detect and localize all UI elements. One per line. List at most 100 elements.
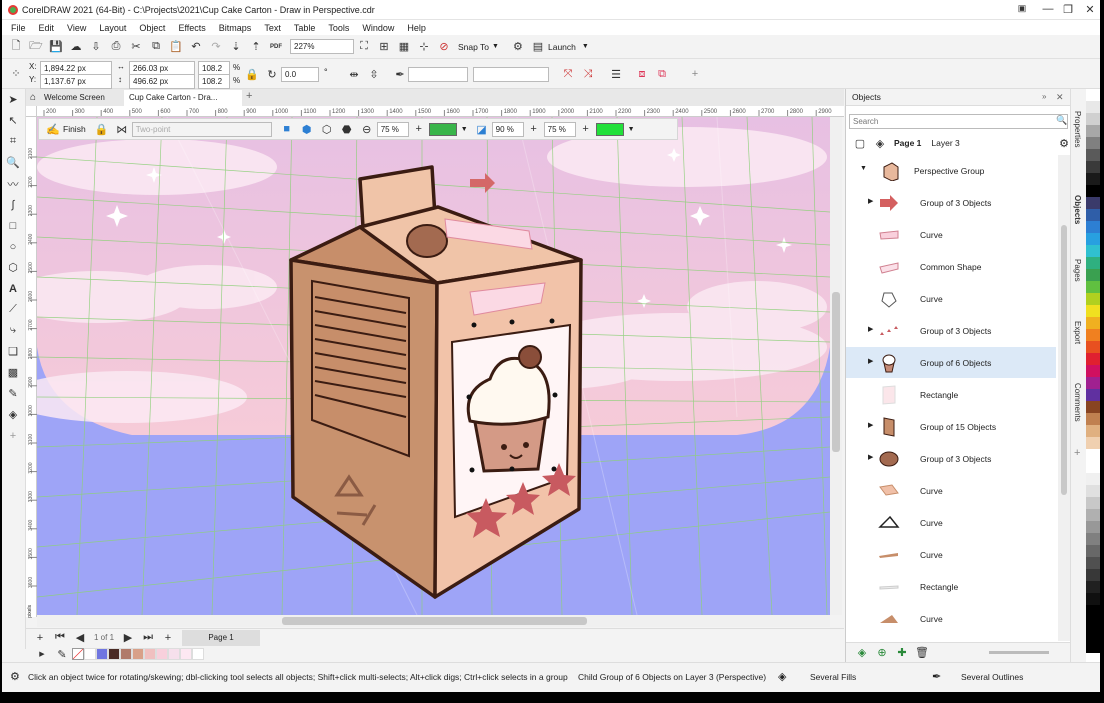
scroll-thumb[interactable] (1061, 225, 1067, 495)
height-field[interactable]: 496.62 px (129, 74, 195, 89)
maximize-button[interactable]: ❐ (1060, 3, 1076, 16)
color-swatch[interactable] (1086, 125, 1100, 137)
new-object-icon[interactable]: ✚ (893, 644, 911, 662)
text-tool-icon[interactable]: A (2, 278, 24, 299)
new-master-layer-icon[interactable]: ⊕ (873, 644, 891, 662)
print-icon[interactable]: ⎙ (107, 38, 125, 56)
prev-page-icon[interactable]: ◀ (71, 629, 89, 647)
plus-icon[interactable]: + (525, 120, 543, 138)
cube-side-icon[interactable]: ⬡ (318, 120, 336, 138)
mirror-vertical-icon[interactable]: ⇳ (365, 65, 383, 83)
paste-icon[interactable]: 📋 (167, 38, 185, 56)
color-swatch[interactable] (1086, 509, 1100, 521)
tree-item[interactable]: Curve (846, 507, 1056, 538)
color-swatch[interactable] (156, 648, 168, 660)
export-icon[interactable]: ⇡ (247, 38, 265, 56)
menu-edit[interactable]: Edit (39, 23, 55, 33)
add-docker-icon[interactable]: + (1074, 447, 1080, 459)
color-swatch[interactable] (96, 648, 108, 660)
opacity-icon[interactable]: ⊖ (358, 120, 376, 138)
drawing-canvas[interactable] (37, 117, 830, 615)
color-swatch[interactable] (1086, 641, 1100, 653)
shape-tool-icon[interactable]: ↖ (2, 110, 24, 131)
color-swatch[interactable] (1086, 269, 1100, 281)
cube-front-icon[interactable]: ⬢ (298, 120, 316, 138)
color-swatch[interactable] (108, 648, 120, 660)
color-swatch[interactable] (1086, 341, 1100, 353)
color-swatch[interactable] (1086, 365, 1100, 377)
color-swatch[interactable] (168, 648, 180, 660)
color-swatch[interactable] (1086, 221, 1100, 233)
plus-icon[interactable]: + (577, 120, 595, 138)
tree-item[interactable]: ▶ Group of 3 Objects (846, 315, 1056, 346)
color-swatch[interactable] (1086, 581, 1100, 593)
finish-perspective-icon[interactable]: ✍ (44, 120, 62, 138)
interactive-fill-icon[interactable]: ◈ (2, 404, 24, 425)
color-swatch[interactable] (1086, 197, 1100, 209)
to-front-icon[interactable]: ⧈ (633, 65, 651, 83)
tree-item[interactable]: Rectangle (846, 571, 1056, 602)
tree-item[interactable]: Curve (846, 219, 1056, 250)
ellipse-tool-icon[interactable]: ○ (2, 236, 24, 257)
undo-icon[interactable]: ↶ (187, 38, 205, 56)
page-name[interactable]: Page 1 (894, 138, 921, 148)
search-icon[interactable]: 🔍 (1056, 115, 1067, 126)
zoom-thumbnail-slider[interactable] (989, 651, 1049, 654)
collapse-arrow-icon[interactable]: ▼ (860, 165, 867, 172)
color-swatch[interactable] (1086, 377, 1100, 389)
menu-effects[interactable]: Effects (178, 23, 205, 33)
gear-icon[interactable]: ⚙ (1059, 137, 1069, 150)
last-page-icon[interactable]: ⏭ (139, 629, 157, 647)
tree-item-selected[interactable]: ▶ Group of 6 Objects (846, 347, 1056, 378)
color-swatch[interactable] (1086, 113, 1100, 125)
perspective-type-icon[interactable]: ⋈ (113, 120, 131, 138)
blue-square-icon[interactable]: ■ (278, 120, 296, 138)
color-swatch[interactable] (1086, 629, 1100, 641)
color-swatch[interactable] (1086, 293, 1100, 305)
new-layer-icon[interactable]: ◈ (853, 644, 871, 662)
color-swatch[interactable] (1086, 137, 1100, 149)
expand-arrow-icon[interactable]: ▶ (868, 421, 873, 429)
horizontal-ruler[interactable]: 200 300 400 500 600 700 800 900 1000 1100 1200 1300… (26, 106, 844, 117)
color-swatch[interactable] (1086, 557, 1100, 569)
color-swatch[interactable] (1086, 401, 1100, 413)
open-folder-icon[interactable]: 🗁 (27, 38, 45, 56)
tab-export[interactable]: Export (1073, 321, 1082, 344)
scroll-thumb[interactable] (832, 292, 840, 452)
copy-icon[interactable]: ⧉ (147, 38, 165, 56)
color-swatch[interactable] (1086, 461, 1100, 473)
tab-cup-cake-carton[interactable]: Cup Cake Carton - Dra... (124, 90, 242, 106)
snap-off-icon[interactable]: ⊘ (435, 38, 453, 56)
mirror-horizontal-icon[interactable]: ⇹ (345, 65, 363, 83)
full-screen-preview-icon[interactable]: ⛶ (355, 38, 373, 56)
color-swatch[interactable] (1086, 533, 1100, 545)
line-opacity-field[interactable]: 90 % (491, 121, 524, 137)
scale-y-field[interactable]: 108.2 (198, 74, 230, 89)
color-swatch[interactable] (1086, 245, 1100, 257)
to-back-icon[interactable]: ⧉ (653, 65, 671, 83)
horizontal-scrollbar[interactable] (37, 615, 830, 627)
color-swatch[interactable] (1086, 149, 1100, 161)
color-swatch[interactable] (84, 648, 96, 660)
line-icon[interactable]: ◪ (473, 120, 491, 138)
tree-item[interactable]: ▶ Group of 3 Objects (846, 443, 1056, 474)
tab-pages[interactable]: Pages (1073, 259, 1082, 282)
grid-color-swatch[interactable] (428, 122, 457, 136)
connector-tool-icon[interactable]: ⤷ (2, 320, 24, 341)
tree-item[interactable]: ▶ Group of 15 Objects (846, 411, 1056, 442)
tab-comments[interactable]: Comments (1073, 383, 1082, 422)
combine-icon[interactable]: ⤨ (579, 65, 597, 83)
menu-table[interactable]: Table (294, 23, 316, 33)
scroll-thumb[interactable] (282, 617, 587, 625)
outline-width-dropdown[interactable] (408, 67, 468, 82)
color-swatch[interactable] (1086, 449, 1100, 461)
lock-ratio-icon[interactable]: 🔒 (243, 65, 261, 83)
plus-icon[interactable]: + (410, 120, 428, 138)
color-swatch[interactable] (1086, 89, 1100, 101)
color-swatch[interactable] (1086, 173, 1100, 185)
menu-help[interactable]: Help (407, 23, 426, 33)
save-icon[interactable]: 💾 (47, 38, 65, 56)
grid-opacity-field[interactable]: 75 % (376, 121, 409, 137)
tab-welcome-screen[interactable]: Welcome Screen (26, 90, 124, 106)
add-icon[interactable]: + (686, 65, 704, 83)
